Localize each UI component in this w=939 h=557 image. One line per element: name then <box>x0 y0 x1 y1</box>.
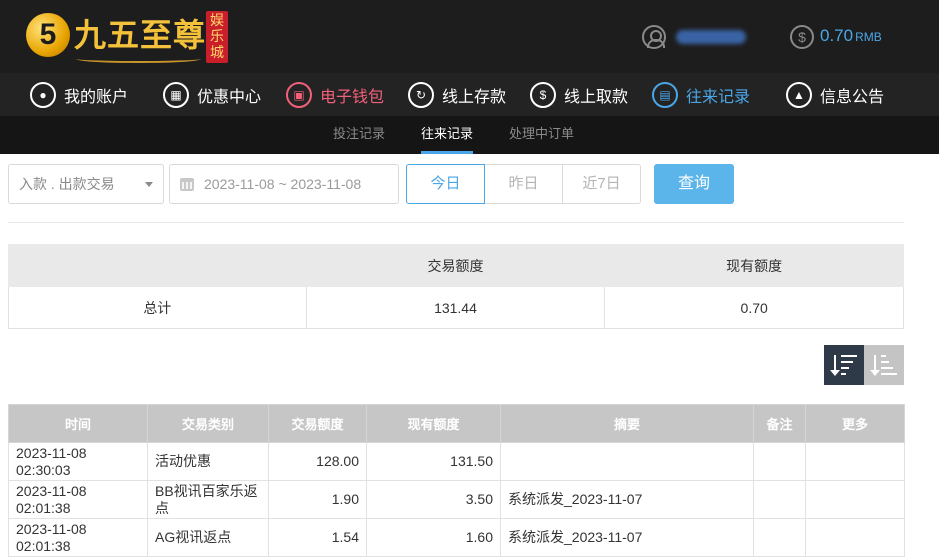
summary-table: 交易额度 现有额度 总计 131.44 0.70 <box>8 244 904 329</box>
column-header-time[interactable]: 时间 <box>8 404 148 443</box>
nav-label: 信息公告 <box>820 89 885 106</box>
cell-remark <box>753 480 806 519</box>
cell-remark <box>753 518 806 557</box>
gift-icon: ▦ <box>163 82 189 108</box>
wallet-icon: ▣ <box>286 82 312 108</box>
nav-announcements[interactable]: ▲ 信息公告 <box>786 80 884 110</box>
nav-label: 往来记录 <box>686 89 751 106</box>
logo-coin-icon: 5 <box>26 13 70 57</box>
quick-date-group: 今日 昨日 近7日 <box>406 164 641 204</box>
summary-header-balance: 现有额度 <box>604 244 904 287</box>
divider <box>8 222 904 223</box>
cell-time: 2023-11-08 02:30:03 <box>8 442 148 481</box>
summary-total-balance: 0.70 <box>604 286 904 329</box>
cell-time: 2023-11-08 02:01:38 <box>8 518 148 557</box>
date-range-input[interactable]: 2023-11-08 ~ 2023-11-08 <box>169 164 399 204</box>
nav-transaction-records[interactable]: ▤ 往来记录 <box>652 80 750 110</box>
nav-label: 电子钱包 <box>320 89 385 106</box>
cell-summary <box>500 442 754 481</box>
summary-total-label: 总计 <box>8 286 307 329</box>
bell-icon: ▲ <box>786 82 812 108</box>
cell-more[interactable] <box>805 518 905 557</box>
column-header-amount[interactable]: 交易额度 <box>268 404 367 443</box>
nav-promotions[interactable]: ▦ 优惠中心 <box>163 80 261 110</box>
dollar-icon: $ <box>790 25 814 49</box>
column-header-summary[interactable]: 摘要 <box>500 404 754 443</box>
summary-header-amount: 交易额度 <box>305 244 606 287</box>
cell-balance: 3.50 <box>366 480 501 519</box>
cell-summary: 系统派发_2023-11-07 <box>500 480 754 519</box>
today-button[interactable]: 今日 <box>406 164 485 204</box>
records-table: 时间 交易类别 交易额度 现有额度 摘要 备注 更多 2023-11-08 02… <box>8 404 905 557</box>
cell-time: 2023-11-08 02:01:38 <box>8 480 148 519</box>
sub-nav: 投注记录 往来记录 处理中订单 <box>0 116 939 154</box>
cell-balance: 1.60 <box>366 518 501 557</box>
nav-label: 优惠中心 <box>197 89 262 106</box>
nav-label: 我的账户 <box>64 89 129 106</box>
column-header-type[interactable]: 交易类别 <box>147 404 269 443</box>
balance-display: 0.70 RMB <box>820 26 882 46</box>
arrow-down-icon <box>830 370 840 376</box>
table-row[interactable]: 2023-11-08 02:01:38 AG视讯返点 1.54 1.60 系统派… <box>8 518 905 557</box>
sort-descending-button[interactable] <box>824 345 864 385</box>
cell-more[interactable] <box>805 442 905 481</box>
site-logo[interactable]: 5 九五至尊 娱乐城 <box>26 9 231 65</box>
cell-amount: 128.00 <box>268 442 367 481</box>
table-row[interactable]: 2023-11-08 02:30:03 活动优惠 128.00 131.50 <box>8 442 905 481</box>
cell-amount: 1.90 <box>268 480 367 519</box>
cell-summary: 系统派发_2023-11-07 <box>500 518 754 557</box>
main-nav: ● 我的账户 ▦ 优惠中心 ▣ 电子钱包 ↻ 线上存款 $ 线上取款 ▤ 往来记… <box>0 73 939 116</box>
chevron-down-icon <box>145 182 153 187</box>
cell-amount: 1.54 <box>268 518 367 557</box>
nav-online-deposit[interactable]: ↻ 线上存款 <box>408 80 506 110</box>
cell-more[interactable] <box>805 480 905 519</box>
nav-my-account[interactable]: ● 我的账户 <box>30 80 128 110</box>
deposit-icon: ↻ <box>408 82 434 108</box>
nav-e-wallet[interactable]: ▣ 电子钱包 <box>286 80 384 110</box>
column-header-balance[interactable]: 现有额度 <box>366 404 501 443</box>
transaction-type-select[interactable]: 入款 . 出款交易 <box>8 164 164 204</box>
cell-type: 活动优惠 <box>147 442 269 481</box>
nav-label: 线上取款 <box>564 89 629 106</box>
withdraw-icon: $ <box>530 82 556 108</box>
balance-unit: RMB <box>855 30 882 44</box>
nav-online-withdraw[interactable]: $ 线上取款 <box>530 80 628 110</box>
summary-total-amount: 131.44 <box>305 286 606 329</box>
transaction-type-value: 入款 . 出款交易 <box>19 176 115 192</box>
arrow-down-icon <box>870 370 880 376</box>
top-header: 5 九五至尊 娱乐城 $ 0.70 RMB <box>0 0 939 73</box>
balance-value: 0.70 <box>820 26 854 45</box>
cell-type: AG视讯返点 <box>147 518 269 557</box>
sort-ascending-button[interactable] <box>864 345 904 385</box>
table-row[interactable]: 2023-11-08 02:01:38 BB视讯百家乐返点 1.90 3.50 … <box>8 480 905 519</box>
logo-brand-text: 九五至尊 <box>74 16 207 54</box>
cell-type: BB视讯百家乐返点 <box>147 480 269 519</box>
calendar-icon <box>180 178 194 191</box>
summary-header-row: 交易额度 现有额度 <box>8 244 904 287</box>
cell-balance: 131.50 <box>366 442 501 481</box>
cell-remark <box>753 442 806 481</box>
logo-tag: 娱乐城 <box>206 11 228 63</box>
records-header-row: 时间 交易类别 交易额度 现有额度 摘要 备注 更多 <box>8 404 905 443</box>
column-header-more[interactable]: 更多 <box>805 404 905 443</box>
tab-transaction-records[interactable]: 往来记录 <box>421 116 474 154</box>
user-avatar-icon[interactable] <box>642 25 666 49</box>
user-icon: ● <box>30 82 56 108</box>
yesterday-button[interactable]: 昨日 <box>484 164 563 204</box>
date-range-value: 2023-11-08 ~ 2023-11-08 <box>204 176 362 192</box>
query-button[interactable]: 查询 <box>654 164 734 204</box>
summary-header-blank <box>8 244 307 287</box>
tab-pending-orders[interactable]: 处理中订单 <box>509 116 574 154</box>
tab-bet-records[interactable]: 投注记录 <box>333 116 385 154</box>
records-icon: ▤ <box>652 82 678 108</box>
logo-swirl-decoration <box>76 55 201 63</box>
last-7-days-button[interactable]: 近7日 <box>562 164 641 204</box>
nav-label: 线上存款 <box>442 89 507 106</box>
username-redacted <box>676 30 746 44</box>
summary-total-row: 总计 131.44 0.70 <box>8 286 904 329</box>
column-header-remark[interactable]: 备注 <box>753 404 806 443</box>
